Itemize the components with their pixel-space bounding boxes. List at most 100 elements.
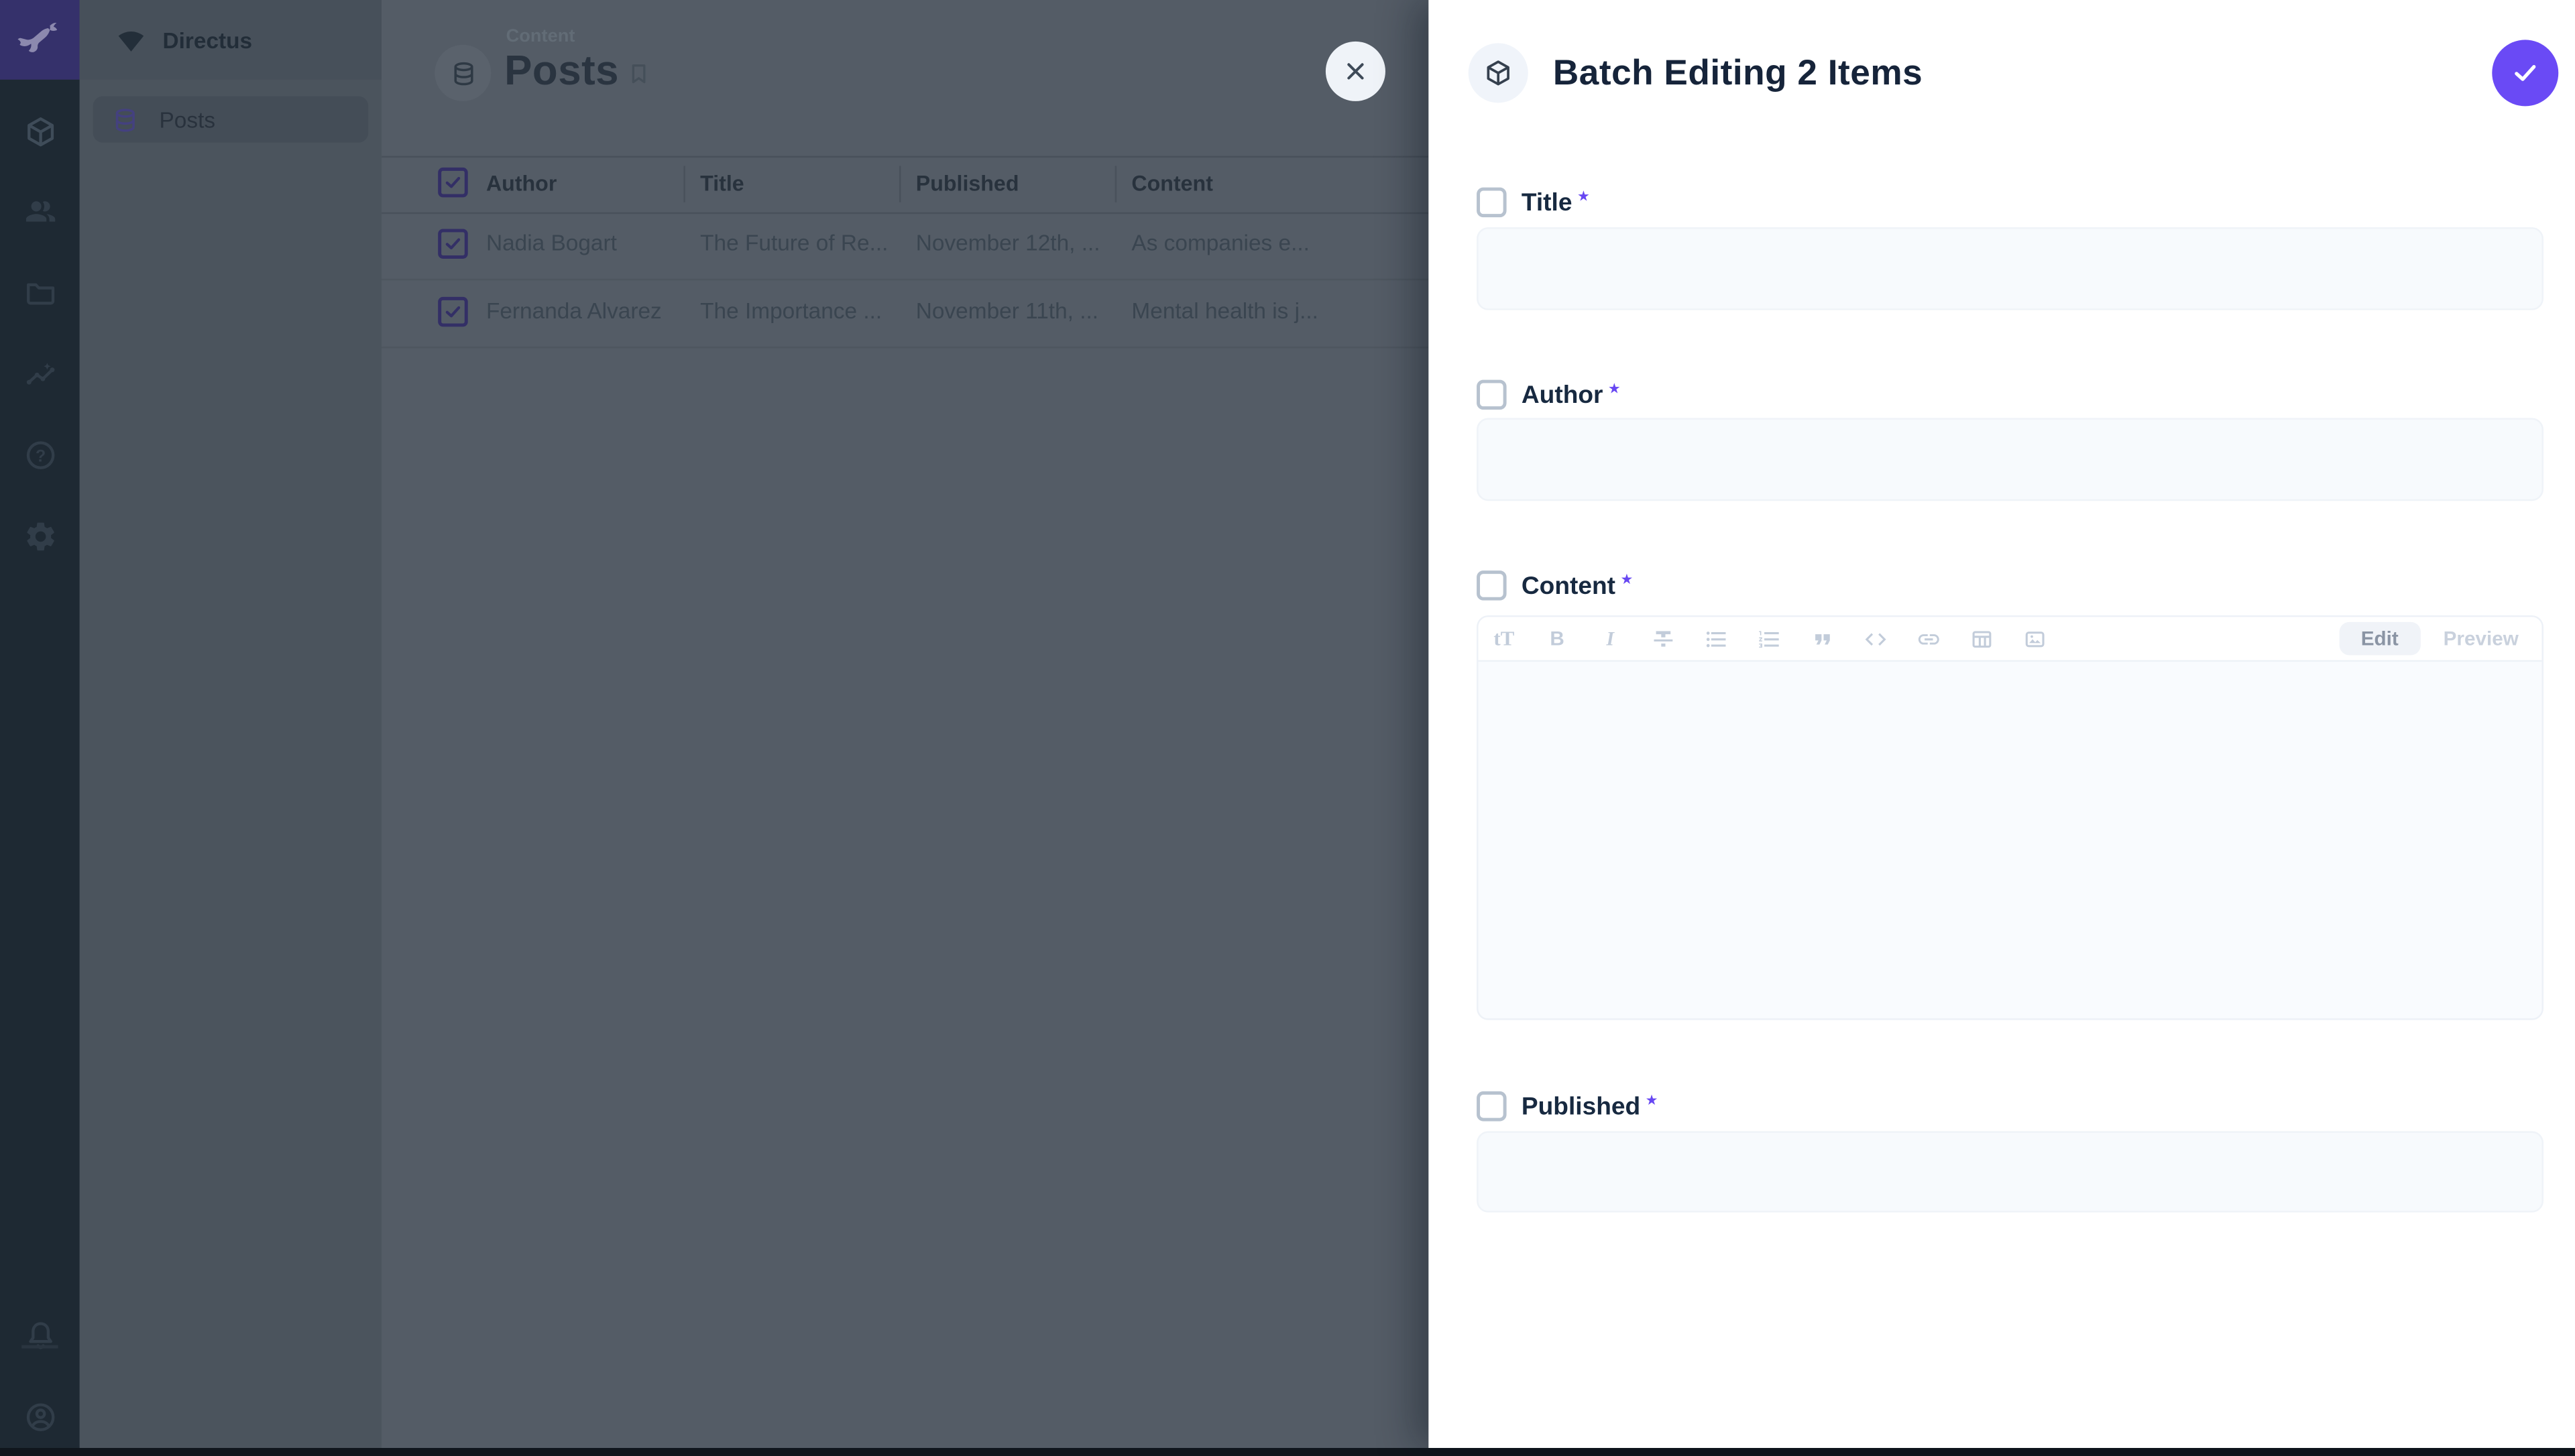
field-label-author: Author ★ [1477,378,1621,411]
editor-edit-tab[interactable]: Edit [2340,622,2420,655]
row-checkbox[interactable] [438,297,468,327]
bulleted-list-icon[interactable] [1704,626,1729,651]
author-input[interactable] [1477,418,2543,501]
check-icon [2511,58,2541,88]
content-area: Content Posts Author Title Published Con… [382,0,1428,1448]
module-bar-divider [21,1345,58,1349]
blockquote-icon[interactable] [1810,626,1835,651]
breadcrumb[interactable]: Content [506,27,575,47]
select-all-checkbox[interactable] [438,168,468,198]
strikethrough-icon[interactable] [1651,626,1676,651]
row-checkbox[interactable] [438,229,468,259]
project-row[interactable]: Directus [80,0,382,80]
module-settings[interactable] [0,496,80,576]
svg-text:?: ? [35,446,45,465]
field-label-text: Published [1522,1092,1640,1120]
field-label-content: Content ★ [1477,569,1633,602]
notifications-button[interactable] [0,1295,80,1375]
drawer-header-badge [1469,43,1528,103]
cell-content: As companies e... [1131,231,1310,255]
module-insights[interactable] [0,335,80,415]
box-icon [1483,58,1513,88]
close-icon [1344,60,1367,83]
app-root: ? Directus [0,0,2575,1448]
required-icon: ★ [1608,380,1621,398]
markdown-toolbar: tT B I [1479,617,2542,662]
table-row[interactable]: Nadia Bogart The Future of Re... Novembe… [382,210,1428,280]
check-icon [443,172,463,192]
sidebar-item-label: Posts [160,107,216,132]
cell-author: Fernanda Alvarez [486,298,662,323]
field-checkbox-content[interactable] [1477,570,1507,601]
box-icon [22,113,57,148]
field-checkbox-author[interactable] [1477,380,1507,410]
page-title: Posts [504,48,619,97]
bookmark-icon[interactable] [626,60,652,88]
folder-icon [22,274,57,309]
markdown-editor: tT B I [1477,615,2543,1020]
column-divider[interactable] [899,166,901,202]
check-icon [443,302,463,322]
module-content[interactable] [0,91,80,171]
link-icon[interactable] [1916,626,1941,651]
required-icon: ★ [1577,188,1590,206]
collection-icon-button[interactable] [435,45,491,101]
field-label-text: Title [1522,188,1572,217]
published-input[interactable] [1477,1131,2543,1212]
database-icon [449,59,477,87]
numbered-list-icon[interactable] [1757,626,1782,651]
italic-icon[interactable]: I [1598,626,1623,651]
bold-icon[interactable]: B [1545,626,1570,651]
module-users[interactable] [0,171,80,251]
image-icon[interactable] [2022,626,2047,651]
directus-logo-button[interactable] [0,0,80,80]
directus-rabbit-logo [17,20,63,60]
cell-published: November 12th, ... [916,231,1100,255]
column-header-published[interactable]: Published [916,171,1019,196]
code-icon[interactable] [1864,626,1888,651]
column-header-content[interactable]: Content [1131,171,1213,196]
batch-edit-drawer: Batch Editing 2 Items Title ★ Author ★ C… [1428,0,2575,1448]
required-icon: ★ [1646,1091,1658,1109]
content-textarea[interactable] [1479,662,2542,1018]
account-icon [22,1399,57,1434]
field-label-text: Author [1522,381,1603,409]
table-header-row: Author Title Published Content [382,156,1428,215]
nav-sidebar: Directus Posts [80,0,382,1448]
project-status-icon [115,23,148,56]
table-icon[interactable] [1969,626,1994,651]
sidebar-item-posts[interactable]: Posts [93,97,369,143]
project-name: Directus [162,27,252,52]
column-header-title[interactable]: Title [700,171,744,196]
module-files[interactable] [0,252,80,332]
drawer-close-button[interactable] [1326,42,1385,101]
editor-preview-tab[interactable]: Preview [2444,627,2519,650]
field-label-published: Published ★ [1477,1090,1658,1123]
cell-content: Mental health is j... [1131,298,1318,323]
drawer-confirm-button[interactable] [2492,40,2558,106]
field-label-text: Content [1522,571,1615,599]
module-bar: ? [0,0,80,1448]
cell-author: Nadia Bogart [486,231,617,255]
heading-icon[interactable]: tT [1491,626,1516,651]
field-checkbox-published[interactable] [1477,1091,1507,1121]
cell-title: The Importance ... [700,298,882,323]
column-divider[interactable] [1115,166,1117,202]
field-checkbox-title[interactable] [1477,188,1507,218]
people-icon [22,193,57,228]
title-input[interactable] [1477,227,2543,310]
gear-icon [22,518,57,553]
account-button[interactable] [0,1377,80,1456]
module-help[interactable]: ? [0,415,80,495]
field-label-title: Title ★ [1477,186,1590,219]
column-header-author[interactable]: Author [486,171,557,196]
drawer-title: Batch Editing 2 Items [1553,53,1923,95]
cell-title: The Future of Re... [700,231,888,255]
required-icon: ★ [1620,570,1633,589]
help-icon: ? [22,437,57,472]
insights-icon [22,357,57,392]
table-row[interactable]: Fernanda Alvarez The Importance ... Nove… [382,279,1428,349]
column-divider[interactable] [683,166,685,202]
cell-published: November 11th, ... [916,298,1098,323]
database-icon [111,105,139,133]
